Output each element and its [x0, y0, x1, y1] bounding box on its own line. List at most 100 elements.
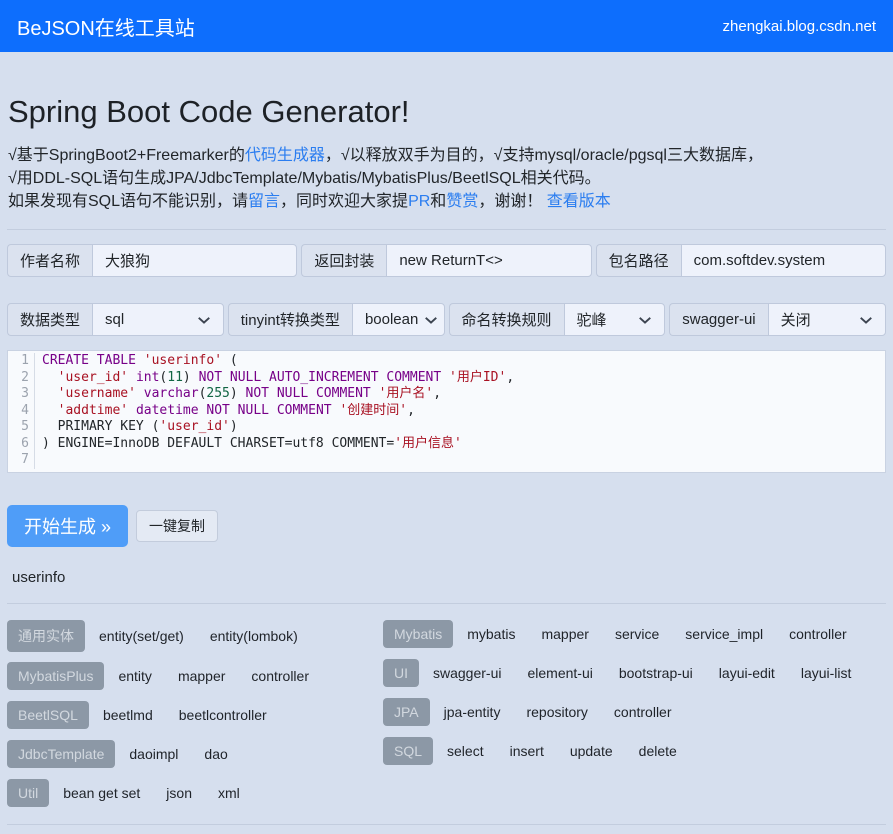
code-tab-entity-lombok-[interactable]: entity(lombok): [210, 628, 298, 644]
sql-line: 5 PRIMARY KEY ('user_id'): [8, 419, 885, 436]
group-badge-通用实体[interactable]: 通用实体: [7, 620, 85, 652]
token-plain: [42, 403, 58, 418]
code-tab-service-impl[interactable]: service_impl: [685, 626, 763, 642]
group-badge-MybatisPlus[interactable]: MybatisPlus: [7, 662, 104, 690]
code-tab-dao[interactable]: dao: [204, 746, 227, 762]
divider: [7, 824, 886, 825]
group-badge-UI[interactable]: UI: [383, 659, 419, 687]
code-tab-entity-set-get-[interactable]: entity(set/get): [99, 628, 184, 644]
sql-code: PRIMARY KEY ('user_id'): [35, 419, 238, 436]
intro-link[interactable]: 留言: [248, 193, 280, 210]
sql-line: 3 'username' varchar(255) NOT NULL COMME…: [8, 386, 885, 403]
token-str: '用户信息': [394, 436, 462, 451]
generate-button[interactable]: 开始生成 »: [7, 505, 128, 547]
code-tab-entity[interactable]: entity: [118, 668, 151, 684]
code-tab-bean-get-set[interactable]: bean get set: [63, 785, 140, 801]
sql-code: [35, 452, 50, 469]
group-row-MybatisPlus: MybatisPlus entity mapper controller: [7, 662, 383, 691]
swagger-ui-group: swagger-ui关闭: [669, 303, 886, 336]
intro-link[interactable]: PR: [408, 193, 430, 210]
token-kw: CREATE TABLE: [42, 353, 136, 368]
code-tab-select[interactable]: select: [447, 743, 484, 759]
author-name-group: 作者名称: [7, 244, 297, 277]
code-tab-swagger-ui[interactable]: swagger-ui: [433, 665, 501, 681]
code-tab-element-ui[interactable]: element-ui: [527, 665, 592, 681]
code-tab-beetlmd[interactable]: beetlmd: [103, 707, 153, 723]
line-number: 7: [8, 452, 35, 469]
token-str: 'addtime': [58, 403, 128, 418]
return-wrapper-group: 返回封装: [301, 244, 591, 277]
sql-input-editor[interactable]: 1CREATE TABLE 'userinfo' (2 'user_id' in…: [7, 350, 886, 473]
group-badge-Util[interactable]: Util: [7, 779, 49, 807]
code-tab-json[interactable]: json: [166, 785, 192, 801]
group-badge-JdbcTemplate[interactable]: JdbcTemplate: [7, 740, 115, 768]
code-tab-insert[interactable]: insert: [510, 743, 544, 759]
group-row-Util: Util bean get set json xml: [7, 779, 383, 808]
group-badge-SQL[interactable]: SQL: [383, 737, 433, 765]
group-links: beetlmd beetlcontroller: [103, 707, 267, 723]
sql-code: CREATE TABLE 'userinfo' (: [35, 353, 238, 370]
swagger-ui-select[interactable]: 关闭: [768, 303, 886, 336]
code-tab-delete[interactable]: delete: [639, 743, 677, 759]
blog-link[interactable]: zhengkai.blog.csdn.net: [723, 18, 876, 35]
swagger-ui-selected-value: 关闭: [781, 309, 811, 330]
intro-link[interactable]: 查看版本: [547, 193, 611, 210]
group-row-SQL: SQL select insert update delete: [383, 737, 886, 766]
line-number: 3: [8, 386, 35, 403]
code-tab-controller[interactable]: controller: [251, 668, 309, 684]
chevron-down-icon: [859, 313, 873, 327]
token-plain: [371, 386, 379, 401]
code-tab-mybatis[interactable]: mybatis: [467, 626, 515, 642]
intro-line: √基于SpringBoot2+Freemarker的代码生成器，√以释放双手为目…: [8, 144, 886, 167]
code-tab-mapper[interactable]: mapper: [541, 626, 588, 642]
copy-button[interactable]: 一键复制: [136, 510, 218, 542]
sql-code: 'user_id' int(11) NOT NULL AUTO_INCREMEN…: [35, 370, 514, 387]
token-plain: ,: [407, 403, 415, 418]
intro-segment: 如果发现有SQL语句不能识别，请: [8, 193, 248, 210]
group-badge-BeetlSQL[interactable]: BeetlSQL: [7, 701, 89, 729]
data-type-select[interactable]: sql: [92, 303, 224, 336]
sql-line: 1CREATE TABLE 'userinfo' (: [8, 353, 885, 370]
tinyint-convert-type-select[interactable]: boolean: [352, 303, 445, 336]
code-tab-controller[interactable]: controller: [614, 704, 672, 720]
sql-line: 4 'addtime' datetime NOT NULL COMMENT '创…: [8, 403, 885, 420]
table-tab-userinfo[interactable]: userinfo: [12, 569, 65, 586]
return-wrapper-input[interactable]: [386, 244, 591, 277]
token-plain: ,: [506, 370, 514, 385]
token-str: 'user_id': [159, 419, 229, 434]
group-links: select insert update delete: [447, 743, 677, 759]
token-str: '创建时间': [339, 403, 407, 418]
token-plain: ): [230, 419, 238, 434]
code-tab-beetlcontroller[interactable]: beetlcontroller: [179, 707, 267, 723]
groups-left-column: 通用实体 entity(set/get) entity(lombok) Mybatis…: [7, 620, 383, 808]
intro-line: 如果发现有SQL语句不能识别，请留言，同时欢迎大家提PR和赞赏，谢谢！ 查看版本: [8, 190, 886, 213]
group-row-通用实体: 通用实体 entity(set/get) entity(lombok): [7, 620, 383, 652]
package-path-input[interactable]: [681, 244, 886, 277]
code-tab-service[interactable]: service: [615, 626, 659, 642]
code-tab-controller[interactable]: controller: [789, 626, 847, 642]
code-tab-layui-edit[interactable]: layui-edit: [719, 665, 775, 681]
line-number: 6: [8, 436, 35, 453]
code-tab-daoimpl[interactable]: daoimpl: [129, 746, 178, 762]
group-links: entity(set/get) entity(lombok): [99, 628, 298, 644]
intro-link[interactable]: 代码生成器: [245, 147, 325, 164]
naming-rule-select[interactable]: 驼峰: [564, 303, 666, 336]
code-tab-jpa-entity[interactable]: jpa-entity: [444, 704, 501, 720]
code-tab-update[interactable]: update: [570, 743, 613, 759]
intro-segment: ，√以释放双手为目的，√支持mysql/oracle/pgsql三大数据库，: [325, 147, 763, 164]
author-name-input[interactable]: [92, 244, 297, 277]
intro-line: √用DDL-SQL语句生成JPA/JdbcTemplate/Mybatis/My…: [8, 167, 886, 190]
code-tab-repository[interactable]: repository: [526, 704, 587, 720]
code-tab-layui-list[interactable]: layui-list: [801, 665, 852, 681]
code-tab-mapper[interactable]: mapper: [178, 668, 225, 684]
code-tab-xml[interactable]: xml: [218, 785, 240, 801]
form-row-1: 作者名称返回封装包名路径: [7, 244, 886, 277]
page-title: Spring Boot Code Generator!: [8, 94, 886, 130]
group-badge-Mybatis[interactable]: Mybatis: [383, 620, 453, 648]
group-links: mybatis mapper service service_impl controll…: [467, 626, 846, 642]
site-brand[interactable]: BeJSON在线工具站: [17, 12, 195, 41]
intro-link[interactable]: 赞赏: [446, 193, 478, 210]
code-tab-bootstrap-ui[interactable]: bootstrap-ui: [619, 665, 693, 681]
group-badge-JPA[interactable]: JPA: [383, 698, 430, 726]
token-plain: [136, 353, 144, 368]
